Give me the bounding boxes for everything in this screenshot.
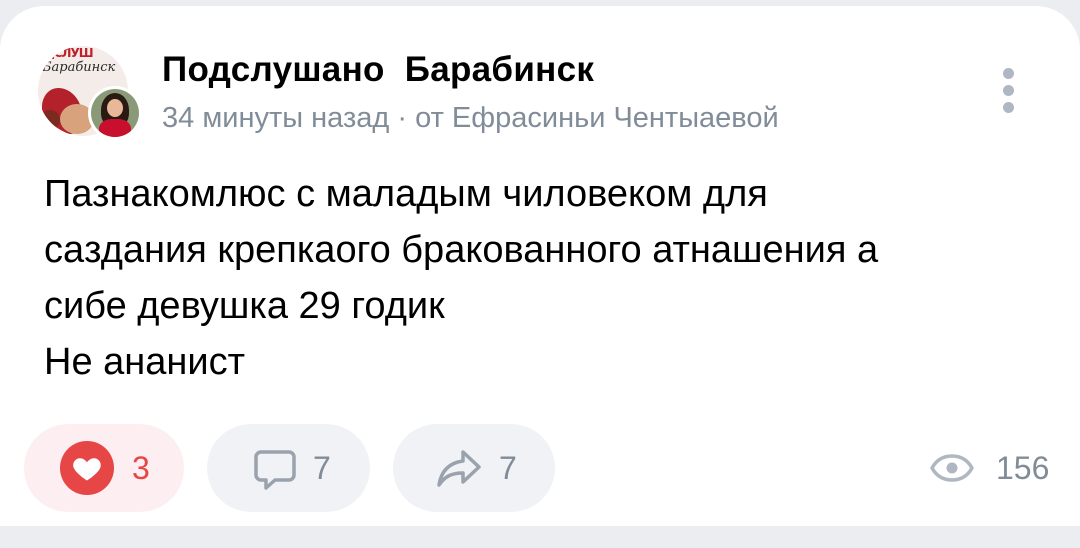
like-button[interactable]: 3 [24,424,184,512]
post-author-avatars[interactable]: ДСЛУШ Барабинск [38,46,142,146]
post-text-line: сaздания крепкаого бракованного атнашени… [44,229,879,271]
share-icon [437,450,481,487]
user-avatar[interactable] [88,86,142,140]
post-card: ДСЛУШ Барабинск Подслушано Барабинск 34 … [0,6,1080,526]
share-count: 7 [499,449,517,486]
more-dot [1002,68,1014,79]
post-meta: 34 минуты назад · от Ефрасиньи Чентыаево… [162,102,779,134]
comment-icon [254,450,296,490]
post-text-line: Не ананист [44,341,246,383]
more-dot [1002,102,1014,113]
heart-icon [60,441,114,495]
feed-separator [0,526,1080,548]
more-dot [1002,85,1014,96]
views-count: 156 [996,449,1050,486]
eye-icon [930,454,974,482]
user-avatar-dress [99,119,131,137]
post-text: Пазнакомлюс с маладым чиловеком для сaзд… [44,166,1044,390]
group-logo-graphic [40,110,60,130]
user-avatar-photo [91,89,139,137]
more-vertical-icon[interactable] [996,68,1020,120]
post-text-line: сибе девушка 29 годик [44,285,445,327]
user-avatar-face [107,99,123,117]
post-text-line: Пазнакомлюс с маладым чиловеком для [44,173,768,215]
comment-button[interactable]: 7 [207,424,370,512]
share-button[interactable]: 7 [393,424,555,512]
group-logo-text: Барабинск [42,60,116,75]
like-count: 3 [132,449,150,486]
group-name[interactable]: Подслушано Барабинск [162,50,594,90]
group-logo-top-text: ДСЛУШ [44,46,94,60]
comment-count: 7 [313,449,331,486]
views-counter: 156 [930,446,1049,490]
